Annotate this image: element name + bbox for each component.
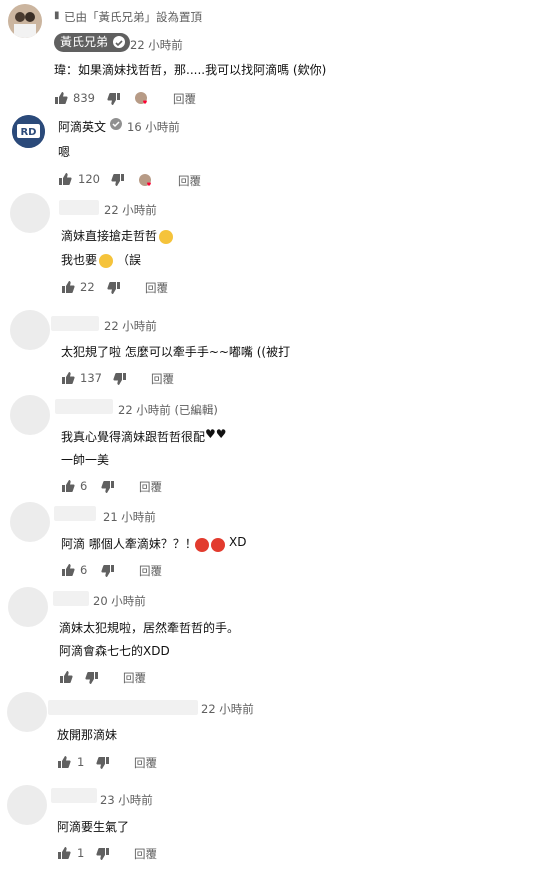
avatar[interactable]: [8, 587, 48, 627]
author-name[interactable]: [51, 788, 97, 803]
reply-button[interactable]: 回覆: [139, 479, 162, 495]
thumbs-down-icon[interactable]: [111, 173, 125, 187]
thumbs-down-icon[interactable]: [113, 372, 127, 386]
thumbs-down-icon[interactable]: [85, 671, 99, 685]
thumbs-down-icon[interactable]: [107, 92, 121, 106]
comment-time[interactable]: 22 小時前: [201, 701, 254, 717]
comment-text: 太犯規了啦 怎麼可以牽手手~~嘟嘴 ((被打: [61, 345, 291, 359]
thumbs-down-icon[interactable]: [101, 564, 115, 578]
reply-button[interactable]: 回覆: [151, 371, 174, 387]
like-count: 6: [80, 479, 88, 493]
thumbs-up-icon[interactable]: [61, 371, 75, 385]
verified-check-icon: [113, 36, 126, 48]
pinned-note: 已由「黃氏兄弟」設為置頂: [64, 10, 202, 24]
thumbs-down-icon[interactable]: [107, 281, 121, 295]
author-name[interactable]: [55, 399, 113, 414]
comment-time[interactable]: 20 小時前: [93, 593, 146, 609]
thumbs-up-icon[interactable]: [61, 563, 75, 577]
comment-text: 滴妹太犯規啦，居然牽哲哲的手。: [59, 621, 240, 635]
face-tongue-emoji: [98, 251, 114, 270]
svg-text:RD: RD: [20, 127, 36, 138]
comment-text: 阿滴 哪個人牽滴妹？？！: [61, 537, 197, 551]
comment-text: 一帥一美: [61, 453, 110, 467]
avatar[interactable]: [10, 193, 50, 233]
comment-time[interactable]: 22 小時前: [130, 37, 183, 53]
like-count: 839: [73, 91, 95, 105]
author-name[interactable]: [53, 591, 89, 606]
thumbs-down-icon[interactable]: [96, 847, 110, 861]
author-name: 黃氏兄弟: [60, 35, 109, 49]
thumbs-up-icon[interactable]: [59, 670, 73, 684]
like-count: 137: [80, 371, 102, 385]
verified-check-icon: [110, 118, 122, 130]
comment-text: （誤: [117, 253, 142, 267]
comment-time[interactable]: 22 小時前: [104, 202, 157, 218]
comment-time[interactable]: 22 小時前: [104, 318, 157, 334]
reply-button[interactable]: 回覆: [139, 563, 162, 579]
angry-face-emoji: [194, 535, 226, 554]
avatar[interactable]: [7, 785, 47, 825]
comment-time[interactable]: 16 小時前: [127, 119, 180, 135]
reply-button[interactable]: 回覆: [134, 846, 157, 862]
like-count: 120: [78, 172, 100, 186]
avatar[interactable]: [10, 502, 50, 542]
reply-button[interactable]: 回覆: [145, 280, 168, 296]
author-name[interactable]: [48, 700, 198, 715]
like-count: 6: [80, 563, 88, 577]
face-screaming-emoji: [158, 227, 174, 246]
like-count: 1: [77, 846, 85, 860]
thumbs-down-icon[interactable]: [101, 480, 115, 494]
thumbs-up-icon[interactable]: [54, 91, 68, 105]
reply-button[interactable]: 回覆: [123, 670, 146, 686]
creator-heart-icon: [135, 92, 147, 104]
comment-text: 放開那滴妹: [57, 728, 118, 742]
thumbs-up-icon[interactable]: [58, 172, 72, 186]
comment-time[interactable]: 22 小時前 (已編輯): [118, 402, 218, 418]
comment-time[interactable]: 21 小時前: [103, 509, 156, 525]
avatar[interactable]: [10, 395, 50, 435]
comment-text: 我也要: [61, 253, 98, 267]
thumbs-up-icon[interactable]: [57, 755, 71, 769]
author-name[interactable]: [51, 316, 99, 331]
comment-text: 瑋：如果滴妹找哲哲，那.....我可以找阿滴嗎 (欸你): [54, 63, 327, 77]
like-count: 1: [77, 755, 85, 769]
comment-text: 滴妹直接搶走哲哲: [61, 229, 158, 243]
black-heart-emoji: ♥♥: [205, 427, 227, 441]
reply-button[interactable]: 回覆: [173, 91, 196, 107]
comment-text: 阿滴要生氣了: [57, 820, 130, 834]
comment-text: 阿滴會森七七的XDD: [59, 644, 170, 658]
comment-text: 嗯: [58, 145, 71, 159]
avatar[interactable]: [7, 692, 47, 732]
avatar[interactable]: [10, 310, 50, 350]
thumbs-up-icon[interactable]: [57, 846, 71, 860]
thumbs-up-icon[interactable]: [61, 280, 75, 294]
creator-heart-icon: [139, 174, 151, 186]
comment-text: 我真心覺得滴妹跟哲哲很配: [61, 430, 206, 444]
author-name[interactable]: 阿滴英文: [58, 118, 106, 135]
avatar[interactable]: [8, 4, 42, 38]
author-name[interactable]: [59, 200, 99, 215]
author-badge[interactable]: 黃氏兄弟: [54, 33, 131, 52]
avatar[interactable]: RD: [12, 115, 45, 148]
comment-time[interactable]: 23 小時前: [100, 792, 153, 808]
thumbs-up-icon[interactable]: [61, 479, 75, 493]
comment-text: XD: [229, 535, 247, 549]
thumbs-down-icon[interactable]: [96, 756, 110, 770]
reply-button[interactable]: 回覆: [134, 755, 157, 771]
author-name[interactable]: [54, 506, 96, 521]
like-count: 22: [80, 280, 95, 294]
pin-icon: ▮: [54, 10, 60, 21]
reply-button[interactable]: 回覆: [178, 173, 201, 189]
